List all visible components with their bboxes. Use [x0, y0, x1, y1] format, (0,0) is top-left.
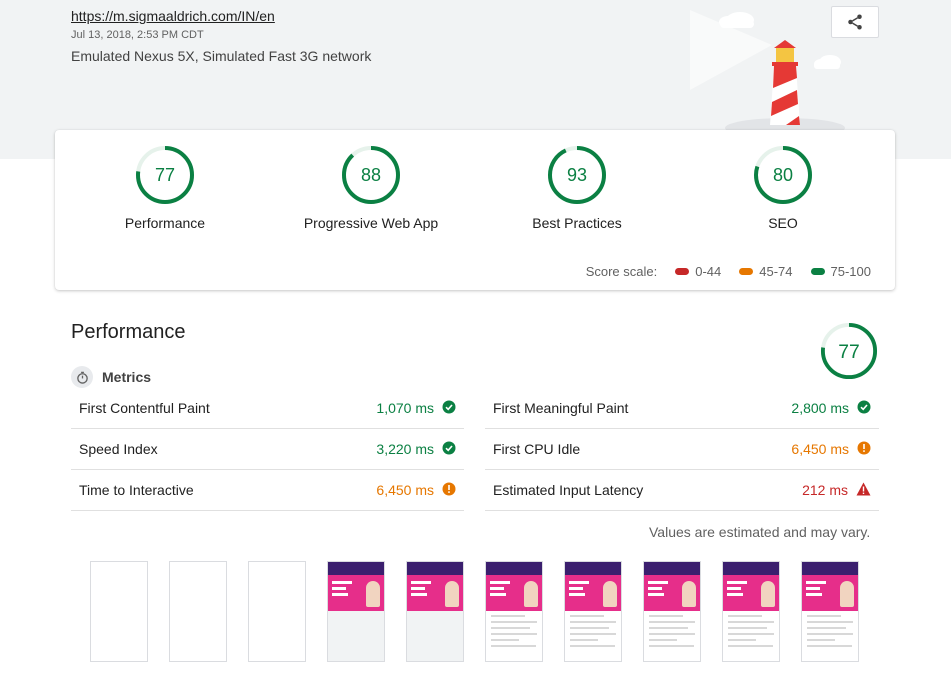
- filmstrip-frame: [406, 561, 464, 662]
- metric-value: 3,220 ms: [376, 441, 434, 457]
- scale-swatch: [675, 268, 690, 275]
- metric-label: Speed Index: [79, 441, 158, 457]
- metric-value: 212 ms: [802, 482, 848, 498]
- gauge-score: 93: [567, 165, 587, 185]
- gauge-progressive-web-app[interactable]: 88 Progressive Web App: [261, 145, 481, 231]
- scale-range-fail: 0-44: [675, 264, 721, 279]
- filmstrip-frame: [90, 561, 148, 662]
- metric-value: 6,450 ms: [791, 441, 849, 457]
- gauge-score: 77: [155, 165, 175, 185]
- gauge-score: 88: [361, 165, 381, 185]
- filmstrip-frame: [801, 561, 859, 662]
- scale-range-label: 75-100: [830, 264, 871, 279]
- metric-value: 2,800 ms: [791, 400, 849, 416]
- metric-value-group: 1,070 ms: [376, 400, 456, 417]
- filmstrip-frame: [564, 561, 622, 662]
- estimate-note: Values are estimated and may vary.: [649, 524, 871, 540]
- metric-row: First Contentful Paint 1,070 ms: [71, 388, 464, 429]
- metric-value: 1,070 ms: [376, 400, 434, 416]
- metric-label: First CPU Idle: [493, 441, 581, 457]
- metric-label: First Meaningful Paint: [493, 400, 629, 416]
- metric-value-group: 3,220 ms: [376, 441, 456, 458]
- scale-range-label: 45-74: [759, 264, 793, 279]
- pass-check-icon: [442, 441, 456, 458]
- score-gauge-ring: 77: [136, 146, 194, 204]
- gauge-label: Best Practices: [532, 215, 622, 231]
- score-gauge-ring: 80: [754, 146, 812, 204]
- performance-score-gauge: 77: [820, 322, 878, 380]
- share-button[interactable]: [831, 6, 879, 38]
- filmstrip-frame: [327, 561, 385, 662]
- metric-value-group: 6,450 ms: [791, 441, 871, 458]
- filmstrip-frame: [485, 561, 543, 662]
- metric-label: Time to Interactive: [79, 482, 194, 498]
- metric-row: Speed Index 3,220 ms: [71, 429, 464, 470]
- performance-score: 77: [838, 342, 860, 363]
- metrics-heading-label: Metrics: [102, 369, 152, 385]
- score-scale-label: Score scale:: [585, 264, 658, 279]
- metric-value-group: 6,450 ms: [376, 482, 456, 499]
- score-scale-legend: Score scale: 0-44 45-74 75-100: [586, 264, 871, 279]
- gauge-performance[interactable]: 77 Performance: [55, 145, 275, 231]
- scale-swatch: [739, 268, 754, 275]
- scale-range-average: 45-74: [739, 264, 793, 279]
- scale-range-label: 0-44: [695, 264, 722, 279]
- fail-warning-icon: [856, 482, 871, 499]
- metric-value-group: 212 ms: [802, 482, 871, 499]
- filmstrip-frame: [169, 561, 227, 662]
- average-info-icon: [857, 441, 871, 458]
- score-gauge-ring: 93: [548, 146, 606, 204]
- page-url-link[interactable]: https://m.sigmaaldrich.com/IN/en: [71, 8, 275, 24]
- gauge-score: 80: [773, 165, 793, 185]
- gauge-label: Progressive Web App: [303, 215, 439, 231]
- pass-check-icon: [857, 400, 871, 417]
- scale-range-pass: 75-100: [810, 264, 871, 279]
- scale-swatch: [810, 268, 825, 275]
- metric-row: First Meaningful Paint 2,800 ms: [485, 388, 879, 429]
- metric-row: Time to Interactive 6,450 ms: [71, 470, 464, 511]
- pass-check-icon: [442, 400, 456, 417]
- gauge-label: Performance: [124, 215, 206, 231]
- share-icon: [848, 14, 862, 30]
- scores-summary-card: 77 Performance 88 Progressive Web App 93…: [55, 130, 895, 290]
- gauge-label: SEO: [768, 215, 798, 231]
- metric-row: First CPU Idle 6,450 ms: [485, 429, 879, 470]
- filmstrip-frame: [722, 561, 780, 662]
- metric-row: Estimated Input Latency 212 ms: [485, 470, 879, 511]
- performance-section-title: Performance: [71, 321, 186, 343]
- filmstrip-frame: [643, 561, 701, 662]
- average-info-icon: [442, 482, 456, 499]
- report-date: Jul 13, 2018, 2:53 PM CDT: [71, 29, 204, 41]
- score-gauge-ring: 88: [342, 146, 400, 204]
- environment-description: Emulated Nexus 5X, Simulated Fast 3G net…: [71, 48, 372, 64]
- metrics-heading[interactable]: Metrics: [71, 366, 151, 388]
- metric-value-group: 2,800 ms: [791, 400, 871, 417]
- stopwatch-icon: [71, 366, 93, 388]
- gauge-seo[interactable]: 80 SEO: [673, 145, 893, 231]
- metric-label: Estimated Input Latency: [493, 482, 644, 498]
- gauge-best-practices[interactable]: 93 Best Practices: [467, 145, 687, 231]
- filmstrip-frame: [248, 561, 306, 662]
- metric-label: First Contentful Paint: [79, 400, 210, 416]
- metric-value: 6,450 ms: [376, 482, 434, 498]
